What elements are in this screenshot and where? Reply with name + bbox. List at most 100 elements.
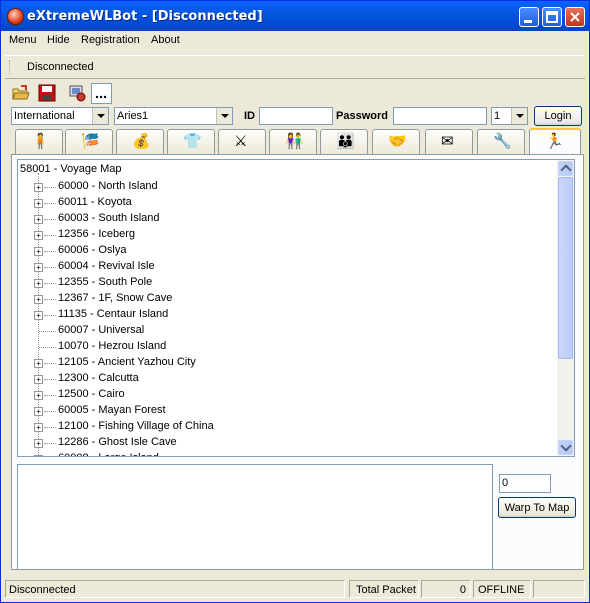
tree-node-label: 60008 - Large Island: [58, 452, 159, 456]
tree-node[interactable]: +11135 - Centaur Island: [18, 307, 558, 323]
scroll-down-button[interactable]: [558, 440, 573, 455]
tree-node[interactable]: 10070 - Hezrou Island: [18, 339, 558, 355]
app-icon[interactable]: [7, 8, 24, 25]
tree-connector: [44, 411, 56, 412]
expand-icon[interactable]: +: [34, 423, 43, 432]
tree-node-label: 10070 - Hezrou Island: [58, 340, 167, 352]
tree-node[interactable]: +12500 - Cairo: [18, 387, 558, 403]
ellipsis-icon[interactable]: [91, 83, 112, 104]
expand-icon[interactable]: +: [34, 247, 43, 256]
window-title: eXtremeWLBot - [Disconnected]: [27, 9, 263, 24]
tree-node-label: 12100 - Fishing Village of China: [58, 420, 214, 432]
tree-scrollbar[interactable]: [557, 160, 574, 456]
map-tree[interactable]: 58001 - Voyage Map +60000 - North Island…: [17, 159, 575, 457]
tab-mail[interactable]: ✉: [425, 129, 473, 154]
tree-connector: [44, 299, 56, 300]
tree-root-node[interactable]: 58001 - Voyage Map: [20, 163, 122, 175]
tree-node[interactable]: 60007 - Universal: [18, 323, 558, 339]
tab-battle[interactable]: ⚔: [218, 129, 266, 154]
warp-to-map-button[interactable]: Warp To Map: [498, 497, 576, 518]
menu-hide[interactable]: Hide: [47, 34, 70, 46]
mail-icon: ✉: [441, 133, 454, 150]
grip-handle[interactable]: [9, 60, 20, 74]
id-label: ID: [244, 110, 255, 122]
tab-group[interactable]: 👪: [320, 129, 368, 154]
menu-menu[interactable]: Menu: [9, 34, 37, 46]
expand-icon[interactable]: +: [34, 295, 43, 304]
expand-icon[interactable]: +: [34, 455, 43, 456]
tab-equipment[interactable]: 👕: [167, 129, 215, 154]
tab-items[interactable]: 💰: [116, 129, 164, 154]
tab-pets[interactable]: 👫: [269, 129, 317, 154]
tree-node-label: 12300 - Calcutta: [58, 372, 139, 384]
tree-node[interactable]: +60011 - Koyota: [18, 195, 558, 211]
id-input[interactable]: [259, 107, 333, 125]
warp-to-map-label: Warp To Map: [504, 502, 570, 514]
map-id-input[interactable]: 0: [499, 474, 551, 493]
login-button[interactable]: Login: [534, 106, 582, 126]
walking-icon: 🏃: [545, 133, 564, 150]
tree-node[interactable]: +60003 - South Island: [18, 211, 558, 227]
tree-node[interactable]: +12100 - Fishing Village of China: [18, 419, 558, 435]
scroll-thumb[interactable]: [558, 177, 573, 359]
character-select[interactable]: Aries1: [114, 107, 233, 125]
tree-node[interactable]: +12286 - Ghost Isle Cave: [18, 435, 558, 451]
tree-node[interactable]: +60000 - North Island: [18, 179, 558, 195]
log-area[interactable]: [17, 464, 493, 570]
tab-party[interactable]: 🎏: [65, 129, 113, 154]
menu-registration[interactable]: Registration: [81, 34, 140, 46]
title-bar[interactable]: eXtremeWLBot - [Disconnected]: [1, 1, 589, 31]
maximize-button[interactable]: [542, 7, 562, 27]
party-icon: 🎏: [81, 133, 100, 150]
tree-connector: [44, 219, 56, 220]
minimize-button[interactable]: [519, 7, 539, 27]
tree-node[interactable]: +60004 - Revival Isle: [18, 259, 558, 275]
money-bag-icon: 💰: [132, 133, 151, 150]
mode-text: OFFLINE: [478, 584, 525, 596]
expand-icon[interactable]: +: [34, 359, 43, 368]
expand-icon[interactable]: +: [34, 407, 43, 416]
chevron-down-icon[interactable]: [216, 108, 232, 124]
expand-icon[interactable]: +: [34, 439, 43, 448]
slot-select[interactable]: 1: [491, 107, 528, 125]
expand-icon[interactable]: +: [34, 215, 43, 224]
expand-icon[interactable]: +: [34, 263, 43, 272]
expand-icon[interactable]: +: [34, 279, 43, 288]
expand-icon[interactable]: +: [34, 183, 43, 192]
tab-warp[interactable]: 🏃: [529, 128, 581, 155]
menu-about[interactable]: About: [151, 34, 180, 46]
tab-tools[interactable]: 🔧: [477, 129, 525, 154]
expand-icon[interactable]: +: [34, 391, 43, 400]
expand-icon[interactable]: +: [34, 231, 43, 240]
expand-icon[interactable]: +: [34, 311, 43, 320]
tab-trade[interactable]: 🤝: [372, 129, 420, 154]
close-button[interactable]: [565, 7, 585, 27]
server-select[interactable]: International: [11, 107, 109, 125]
tree-node-label: 12367 - 1F, Snow Cave: [58, 292, 173, 304]
connect-icon[interactable]: [67, 83, 87, 103]
menu-bar: Menu Hide Registration About: [1, 31, 589, 51]
status-panel-packet-label: Total Packet: [349, 580, 419, 598]
tree-node[interactable]: +12300 - Calcutta: [18, 371, 558, 387]
password-input[interactable]: [393, 107, 487, 125]
expand-icon[interactable]: +: [34, 199, 43, 208]
tree-node[interactable]: +12356 - Iceberg: [18, 227, 558, 243]
battle-icon: ⚔: [234, 133, 248, 150]
status-text: Disconnected: [9, 584, 76, 596]
expand-icon[interactable]: +: [34, 375, 43, 384]
scroll-up-button[interactable]: [558, 161, 573, 176]
connection-strip: Disconnected: [5, 55, 585, 79]
tree-node[interactable]: +60008 - Large Island: [18, 451, 558, 456]
chevron-down-icon[interactable]: [92, 108, 108, 124]
tree-node[interactable]: +12355 - South Pole: [18, 275, 558, 291]
open-folder-icon[interactable]: [11, 83, 31, 103]
tree-node[interactable]: +12367 - 1F, Snow Cave: [18, 291, 558, 307]
tab-character[interactable]: 🧍: [15, 129, 63, 154]
packet-label: Total Packet: [356, 584, 416, 596]
save-icon[interactable]: [37, 83, 57, 103]
login-button-label: Login: [544, 110, 572, 122]
tree-node[interactable]: +60006 - Oslya: [18, 243, 558, 259]
chevron-down-icon[interactable]: [511, 108, 527, 124]
tree-node[interactable]: +60005 - Mayan Forest: [18, 403, 558, 419]
tree-node[interactable]: +12105 - Ancient Yazhou City: [18, 355, 558, 371]
